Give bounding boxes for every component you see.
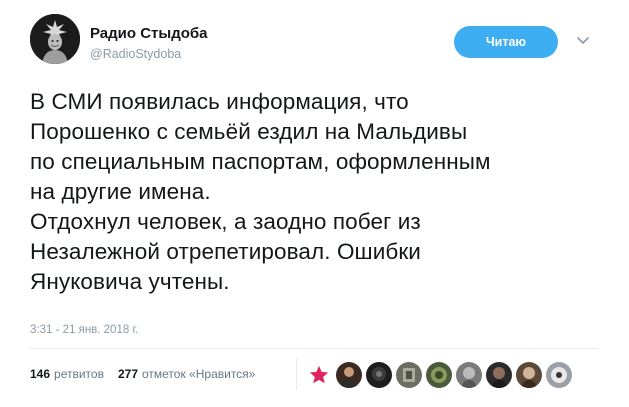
following-button[interactable]: Читаю — [454, 26, 558, 58]
tweet-stats: 146 ретвитов 277 отметок «Нравится» — [30, 367, 255, 381]
liker-avatars — [306, 362, 576, 388]
tweet-text: В СМИ появилась информация, что Порошенк… — [30, 87, 615, 297]
retweets-stat[interactable]: 146 ретвитов — [30, 367, 104, 381]
tweet-line: Порошенко с семьёй ездил на Мальдивы — [30, 119, 468, 144]
tweet-timestamp[interactable]: 3:31 - 21 янв. 2018 г. — [30, 324, 138, 336]
tweet-line: по специальным паспортам, оформленным — [30, 149, 491, 174]
tweet-line: на другие имена. — [30, 179, 211, 204]
liker-avatar-8[interactable] — [546, 362, 572, 388]
star-avatar-icon[interactable] — [306, 362, 332, 388]
likes-label: отметок «Нравится» — [142, 367, 256, 381]
likes-stat[interactable]: 277 отметок «Нравится» — [118, 367, 255, 381]
author-handle[interactable]: @RadioStydoba — [90, 47, 181, 61]
chevron-down-icon[interactable] — [576, 34, 590, 46]
liker-avatar-2[interactable] — [366, 362, 392, 388]
tweet-line: В СМИ появилась информация, что — [30, 89, 409, 114]
tweet-line: Януковича учтены. — [30, 269, 230, 294]
tweet-line: Незалежной отрепетировал. Ошибки — [30, 239, 421, 264]
likes-count: 277 — [117, 367, 138, 381]
liker-avatar-4[interactable] — [426, 362, 452, 388]
retweets-label: ретвитов — [54, 367, 104, 381]
author-avatar[interactable] — [30, 14, 80, 64]
liker-avatar-5[interactable] — [456, 362, 482, 388]
liker-avatar-1[interactable] — [336, 362, 362, 388]
liker-avatar-3[interactable] — [396, 362, 422, 388]
author-display-name[interactable]: Радио Стыдоба — [90, 25, 208, 42]
stats-separator — [296, 358, 297, 390]
liker-avatar-6[interactable] — [486, 362, 512, 388]
tweet-line: Отдохнул человек, а заодно побег из — [30, 209, 421, 234]
retweets-count: 146 — [30, 367, 51, 381]
statue-avatar-icon — [30, 14, 80, 64]
divider — [30, 348, 598, 349]
liker-avatar-7[interactable] — [516, 362, 542, 388]
